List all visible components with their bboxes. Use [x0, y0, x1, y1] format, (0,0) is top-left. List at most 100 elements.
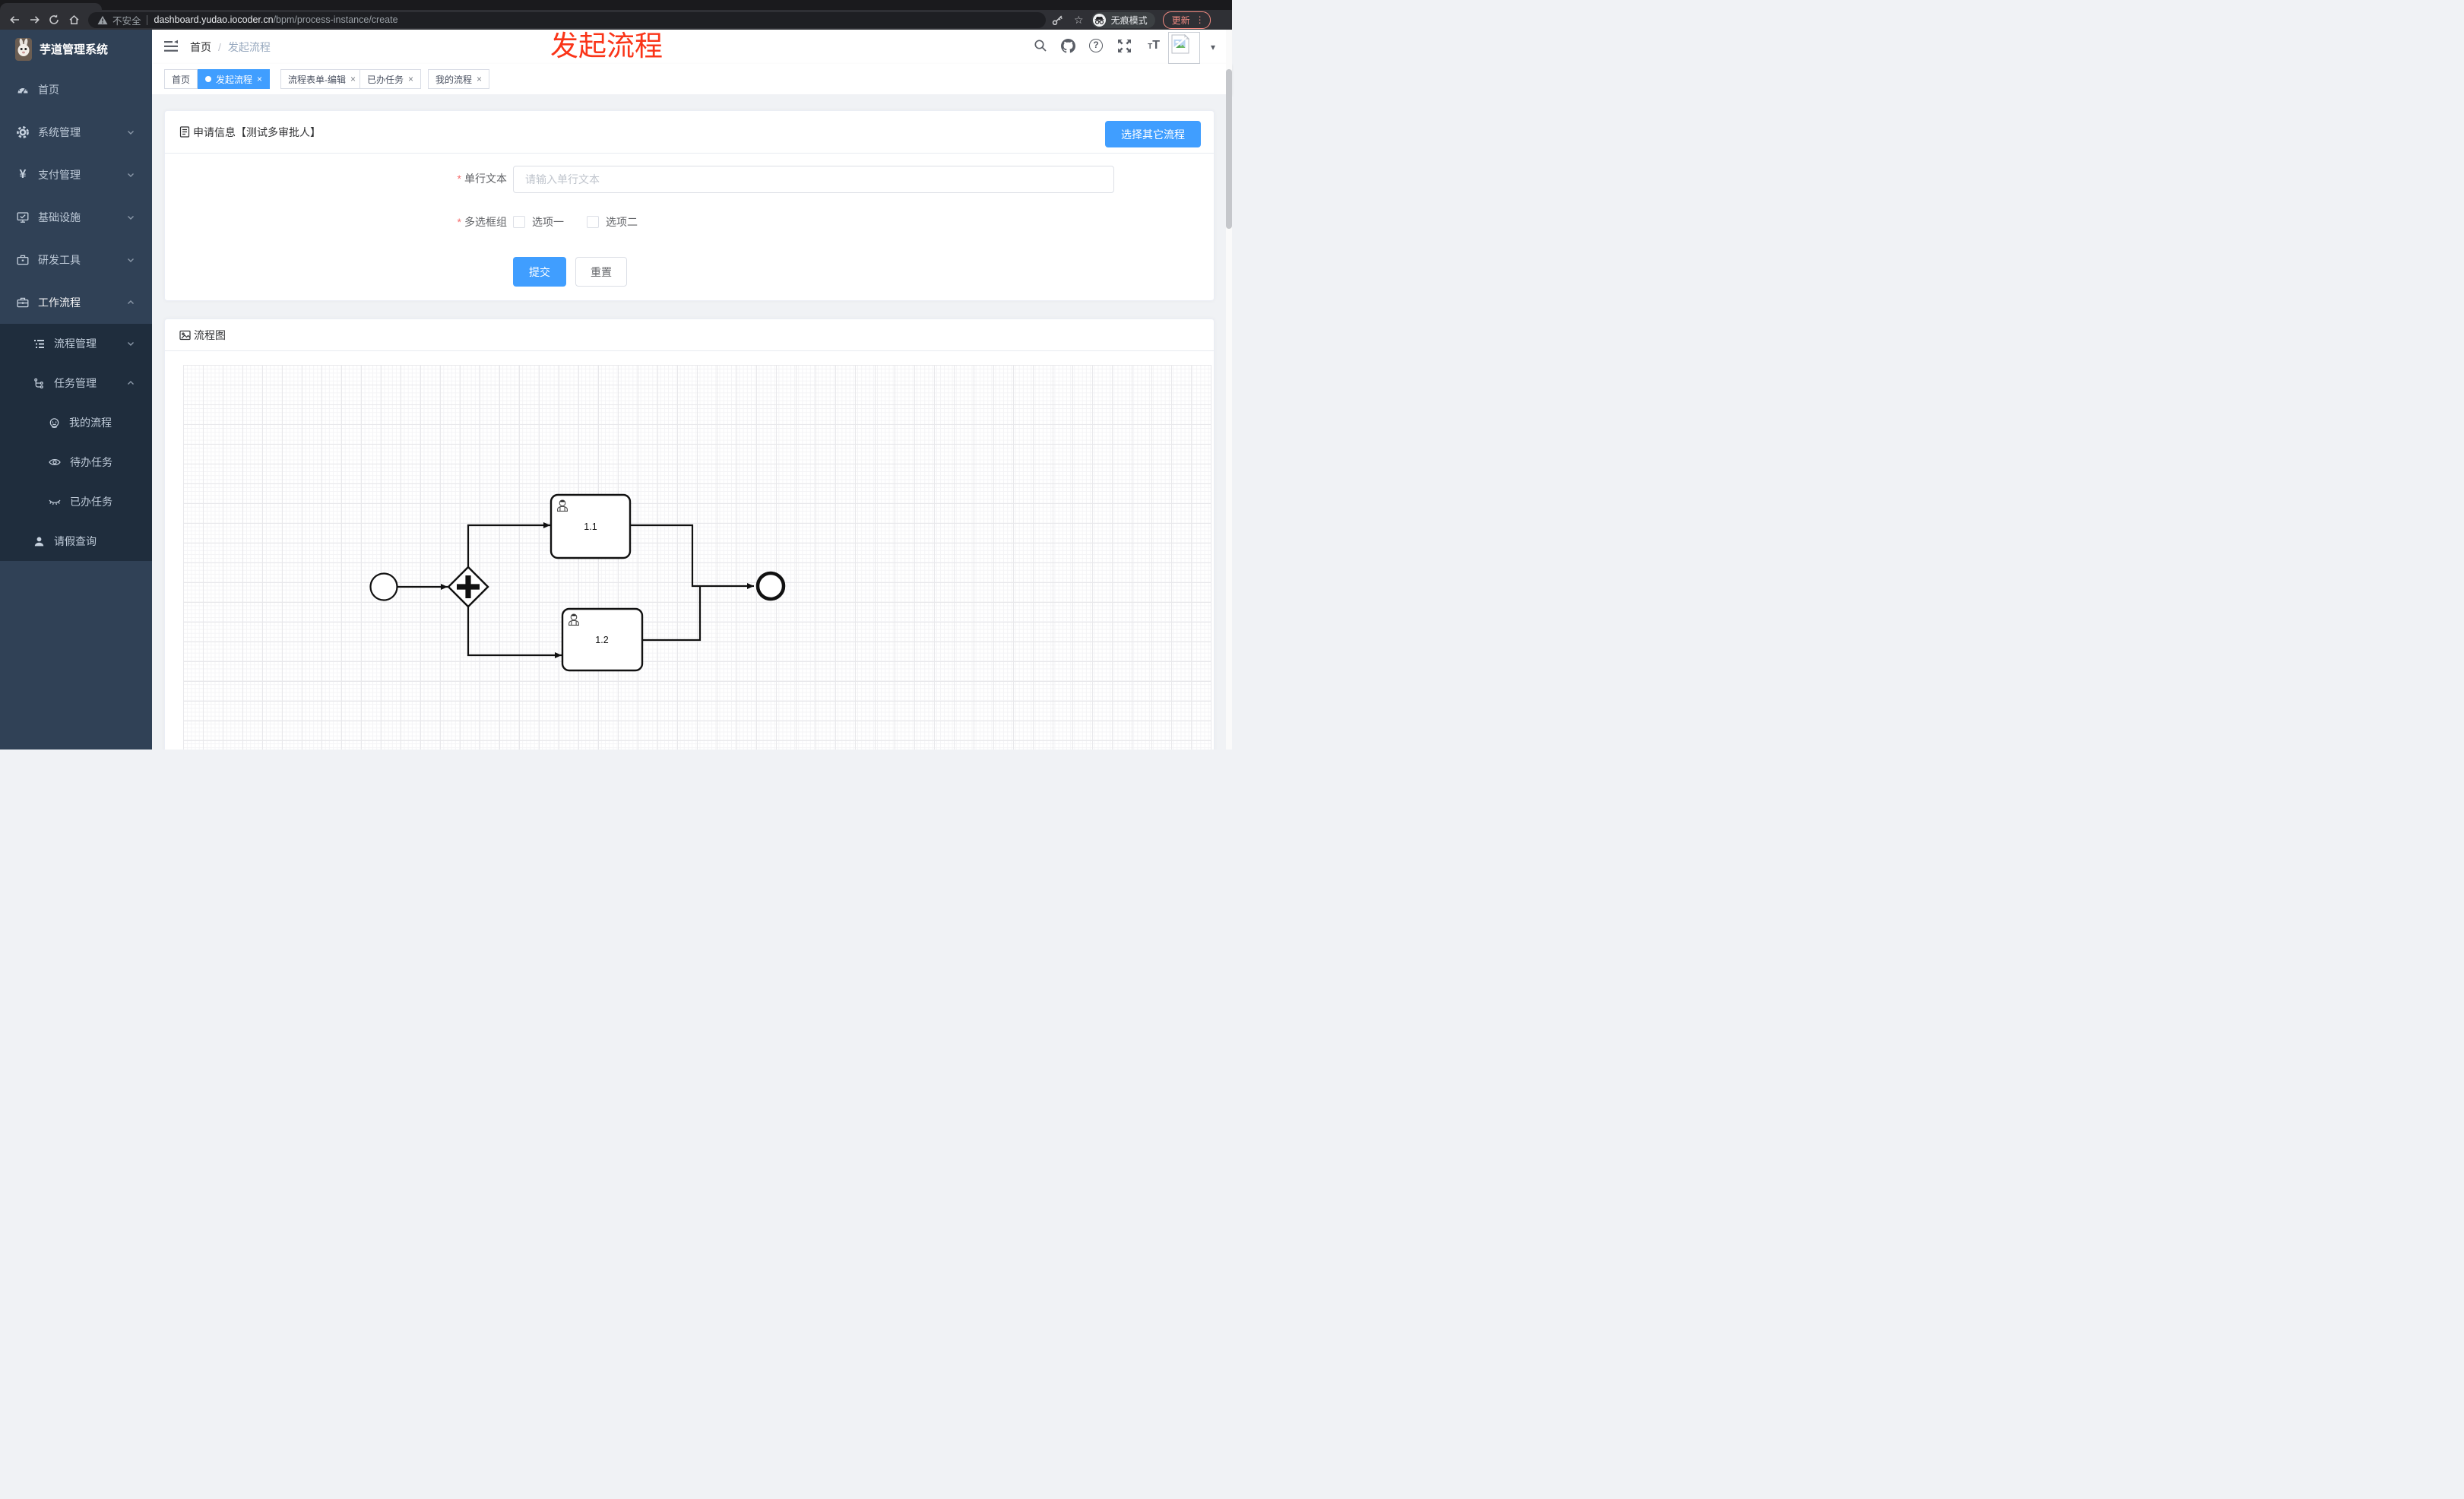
bpmn-canvas[interactable]: 1.1 1.2: [183, 365, 1211, 750]
browser-active-tab[interactable]: [0, 3, 102, 10]
close-icon[interactable]: ×: [477, 74, 482, 84]
checkbox-option-2[interactable]: [587, 216, 599, 228]
flow-gateway-to-task1: [467, 522, 550, 567]
tab-label: 流程表单-编辑: [288, 74, 346, 85]
document-icon: [179, 126, 190, 138]
close-icon[interactable]: ×: [350, 74, 356, 84]
tab-start-process[interactable]: 发起流程 ×: [198, 69, 271, 89]
sidebar-item-payment[interactable]: ¥ 支付管理: [0, 154, 152, 196]
security-label: 不安全: [112, 15, 141, 27]
scrollbar[interactable]: [1226, 30, 1232, 750]
tree-icon: [33, 378, 45, 389]
sidebar-submenu-workflow: 流程管理 任务管理 我的流程 待办任务 已办任务 请假查询: [0, 324, 152, 561]
tab-process-form-edit[interactable]: 流程表单-编辑 ×: [280, 69, 364, 89]
breadcrumb: 首页 / 发起流程: [190, 40, 271, 55]
sidebar-item-my-process[interactable]: 我的流程: [0, 403, 152, 442]
update-label: 更新: [1171, 14, 1190, 26]
tab-label: 已办任务: [367, 74, 404, 85]
github-icon[interactable]: [1061, 39, 1075, 53]
eye-closed-icon: [49, 496, 61, 507]
security-warning-icon[interactable]: [97, 15, 108, 25]
sidebar-item-label: 支付管理: [38, 169, 81, 181]
chevron-down-icon[interactable]: ▾: [1211, 42, 1215, 52]
tab-home[interactable]: 首页: [164, 69, 198, 89]
close-icon[interactable]: ×: [408, 74, 413, 84]
sidebar-item-done-tasks[interactable]: 已办任务: [0, 482, 152, 521]
checkbox-group: 选项一 选项二: [513, 214, 660, 230]
sidebar-item-label: 我的流程: [69, 417, 112, 429]
sidebar-item-task-mgmt[interactable]: 任务管理: [0, 363, 152, 403]
choose-other-process-button[interactable]: 选择其它流程: [1105, 121, 1201, 147]
dashboard-icon: [17, 84, 29, 96]
search-icon[interactable]: [1034, 39, 1047, 52]
sidebar-item-workflow[interactable]: 工作流程: [0, 281, 152, 324]
breadcrumb-current: 发起流程: [227, 41, 271, 53]
task-label: 1.2: [595, 635, 608, 645]
bpmn-end-event[interactable]: [755, 571, 786, 601]
divider: [165, 153, 1214, 154]
fullscreen-icon[interactable]: [1117, 39, 1132, 53]
sidebar-item-devtools[interactable]: 研发工具: [0, 239, 152, 281]
apply-info-card: 申请信息【测试多审批人】 选择其它流程 *单行文本 *多选框组 选项一 选项二 …: [164, 110, 1215, 301]
forward-icon[interactable]: [24, 11, 44, 28]
close-icon[interactable]: ×: [257, 74, 262, 84]
font-size-icon[interactable]: TT: [1148, 39, 1160, 52]
avatar[interactable]: [1168, 32, 1200, 64]
bpmn-parallel-gateway[interactable]: [447, 566, 489, 608]
user-icon: [33, 536, 45, 547]
sidebar-item-home[interactable]: 首页: [0, 68, 152, 111]
incognito-label: 无痕模式: [1110, 14, 1148, 26]
bpmn-user-task-1-2[interactable]: 1.2: [561, 607, 644, 672]
checkbox-label[interactable]: 选项二: [606, 214, 638, 230]
card-title: 流程图: [194, 328, 226, 341]
required-asterisk: *: [457, 173, 461, 185]
sidebar-item-label: 流程管理: [54, 338, 97, 350]
card-header: 申请信息【测试多审批人】 选择其它流程: [165, 111, 1214, 153]
sidebar-item-label: 待办任务: [70, 456, 112, 468]
chevron-down-icon: [126, 128, 135, 137]
browser-update-button[interactable]: 更新 ⋮: [1162, 11, 1211, 29]
list-tree-icon: [33, 338, 45, 350]
bpmn-user-task-1-1[interactable]: 1.1: [549, 493, 632, 559]
checkbox-label[interactable]: 选项一: [532, 214, 564, 230]
eye-icon: [49, 457, 61, 467]
chevron-up-icon: [126, 298, 135, 307]
flow-gateway-to-task2: [467, 607, 562, 658]
sidebar-item-infra[interactable]: 基础设施: [0, 196, 152, 239]
back-icon[interactable]: [5, 11, 24, 28]
submit-button[interactable]: 提交: [513, 257, 566, 287]
tab-label: 发起流程: [216, 74, 253, 85]
bpmn-start-event[interactable]: [369, 572, 398, 601]
bookmark-star-icon[interactable]: ☆: [1074, 14, 1084, 27]
password-key-icon[interactable]: [1052, 14, 1065, 26]
tab-my-process[interactable]: 我的流程 ×: [428, 69, 490, 89]
sidebar-item-leave-query[interactable]: 请假查询: [0, 521, 152, 561]
tags-bar: 首页 发起流程 × 流程表单-编辑 × 已办任务 × 我的流程 ×: [152, 64, 1232, 95]
reset-button[interactable]: 重置: [575, 257, 627, 287]
question-icon[interactable]: ?: [1089, 39, 1103, 52]
incognito-icon: [1092, 13, 1106, 27]
scrollbar-thumb[interactable]: [1226, 69, 1232, 229]
chevron-down-icon: [126, 170, 135, 179]
tab-done-tasks[interactable]: 已办任务 ×: [359, 69, 422, 89]
bpmn-diagram: 1.1 1.2: [369, 493, 786, 672]
browser-menu-icon[interactable]: ⋮: [1196, 14, 1205, 25]
chevron-down-icon: [126, 255, 135, 265]
field-label-text: * 单行文本: [457, 173, 507, 185]
sidebar-item-todo-tasks[interactable]: 待办任务: [0, 442, 152, 482]
sidebar-item-label: 已办任务: [70, 496, 112, 508]
sidebar-item-process-mgmt[interactable]: 流程管理: [0, 324, 152, 363]
chevron-down-icon: [126, 213, 135, 222]
required-asterisk: *: [457, 216, 461, 228]
app-title: 芋道管理系统: [40, 43, 109, 56]
reload-icon[interactable]: [44, 11, 64, 28]
sidebar-collapse-icon[interactable]: [164, 40, 179, 53]
sidebar-item-label: 工作流程: [38, 296, 81, 309]
tab-label: 我的流程: [435, 74, 473, 85]
breadcrumb-home[interactable]: 首页: [190, 40, 211, 55]
incognito-badge: 无痕模式: [1091, 11, 1155, 28]
checkbox-option-1[interactable]: [513, 216, 525, 228]
single-line-text-input[interactable]: [513, 166, 1114, 193]
home-icon[interactable]: [64, 11, 84, 28]
sidebar-item-system[interactable]: 系统管理: [0, 111, 152, 154]
